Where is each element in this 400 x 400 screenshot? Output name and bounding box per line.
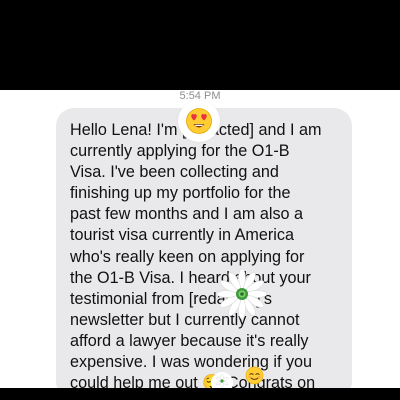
small-daisy-icon (215, 374, 229, 388)
message-text: Hello Lena! I'm [redacted] and I am curr… (70, 121, 322, 393)
relieved-face-emoji (245, 366, 264, 385)
daisy-flower-icon (216, 268, 268, 320)
bottom-black-bar (0, 388, 400, 400)
top-black-bar (0, 0, 400, 90)
heart-eyes-emoji (186, 108, 212, 134)
